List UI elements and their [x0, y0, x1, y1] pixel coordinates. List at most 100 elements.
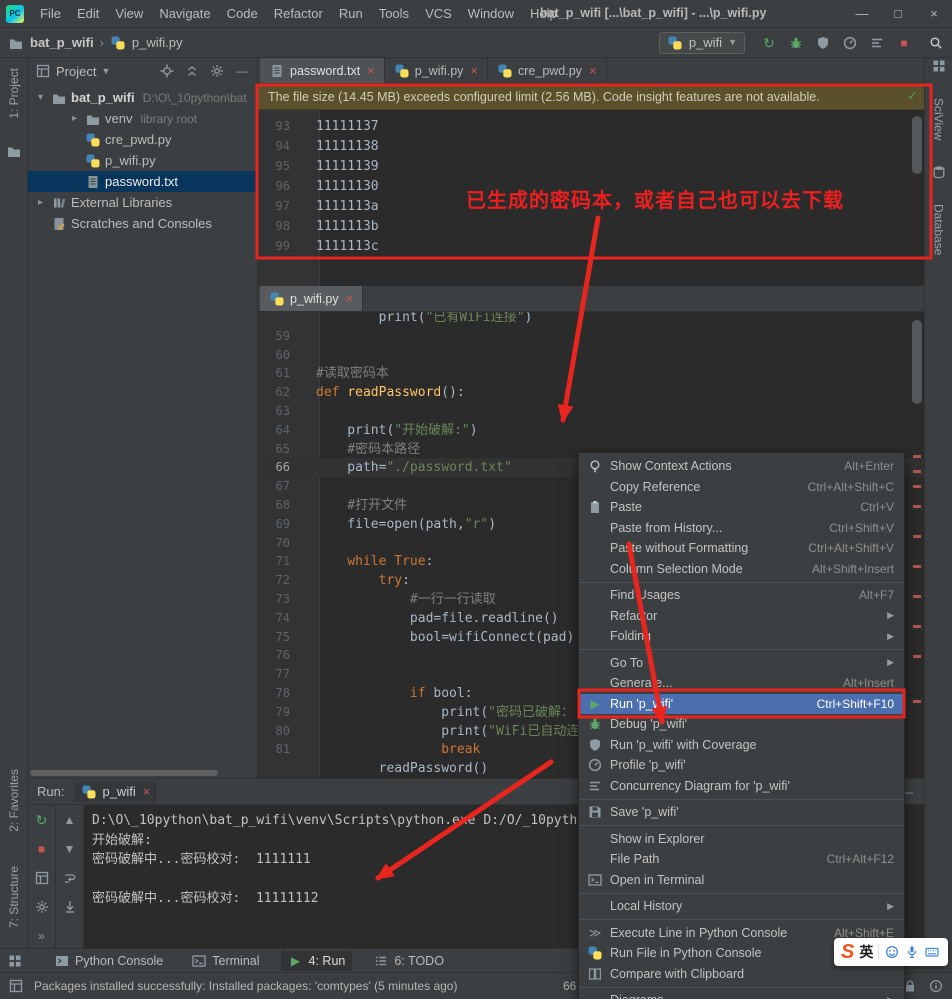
- toolwindow-6-todo[interactable]: 6: TODO: [366, 951, 451, 971]
- menu-run[interactable]: Run: [331, 3, 371, 24]
- editor-line[interactable]: 63: [258, 402, 924, 421]
- ime-language-indicator[interactable]: 英: [859, 942, 873, 962]
- scrollbar-thumb[interactable]: [912, 116, 922, 174]
- tree-item-p-wifi-py[interactable]: p_wifi.py: [28, 150, 257, 171]
- menu-window[interactable]: Window: [460, 3, 522, 24]
- menu-item-paste-without-formatting[interactable]: Paste without Formatting Ctrl+Alt+Shift+V: [579, 538, 904, 559]
- tool-button-database[interactable]: Database: [932, 204, 946, 255]
- toolwindow-python-console[interactable]: Python Console: [47, 951, 170, 971]
- rerun-icon[interactable]: ↻: [761, 35, 777, 51]
- tab-cre-pwd-py[interactable]: cre_pwd.py ×: [488, 58, 607, 83]
- chevron-down-icon[interactable]: ▼: [101, 66, 110, 76]
- menu-edit[interactable]: Edit: [69, 3, 107, 24]
- tab-p-wifi-py[interactable]: p_wifi.py ×: [260, 286, 364, 311]
- menu-item-refactor[interactable]: Refactor ▶: [579, 606, 904, 627]
- tool-button-project[interactable]: 1: Project: [7, 68, 21, 119]
- tree-toggle-icon[interactable]: ▸: [34, 197, 47, 208]
- inspection-ok-icon[interactable]: ✓: [907, 88, 918, 104]
- menu-item-show-context-actions[interactable]: Show Context Actions Alt+Enter: [579, 456, 904, 477]
- run-configuration-select[interactable]: p_wifi ▼: [658, 31, 745, 54]
- rerun-icon[interactable]: ↻: [34, 812, 50, 828]
- minimize-button[interactable]: —: [844, 0, 880, 27]
- tool-button-favorites[interactable]: 2: Favorites: [7, 769, 21, 832]
- menu-item-debug-p-wifi[interactable]: Debug 'p_wifi': [579, 714, 904, 735]
- menu-item-profile-p-wifi[interactable]: Profile 'p_wifi': [579, 755, 904, 776]
- ime-mic-icon[interactable]: [904, 944, 920, 960]
- menu-item-save-p-wifi[interactable]: Save 'p_wifi': [579, 802, 904, 823]
- menu-item-folding[interactable]: Folding ▶: [579, 626, 904, 647]
- more-icon[interactable]: »: [34, 928, 50, 944]
- coverage-icon[interactable]: [815, 35, 831, 51]
- editor-line[interactable]: 60: [258, 346, 924, 365]
- scrollend-icon[interactable]: [62, 899, 78, 915]
- menu-item-diagrams[interactable]: Diagrams ▶: [579, 990, 904, 999]
- editor-line[interactable]: 64 print("开始破解:"): [258, 421, 924, 440]
- ime-smiley-icon[interactable]: [884, 944, 900, 960]
- menu-vcs[interactable]: VCS: [417, 3, 460, 24]
- tree-item-venv[interactable]: ▸ venv library root: [28, 108, 257, 129]
- ime-keyboard-icon[interactable]: [924, 944, 940, 960]
- menu-navigate[interactable]: Navigate: [151, 3, 218, 24]
- tree-item-cre-pwd-py[interactable]: cre_pwd.py: [28, 129, 257, 150]
- menu-item-copy-reference[interactable]: Copy Reference Ctrl+Alt+Shift+C: [579, 477, 904, 498]
- locate-icon[interactable]: [159, 63, 175, 79]
- stop-icon[interactable]: ■: [896, 35, 912, 51]
- close-icon[interactable]: ×: [143, 784, 151, 799]
- menu-item-go-to[interactable]: Go To ▶: [579, 653, 904, 674]
- editor-line[interactable]: 94 11111138: [258, 136, 924, 156]
- project-pane-title[interactable]: Project: [56, 64, 96, 79]
- tool-button-structure[interactable]: 7: Structure: [7, 866, 21, 928]
- favorites-folder-icon[interactable]: [6, 143, 22, 159]
- close-tab-icon[interactable]: ×: [470, 63, 478, 78]
- tree-item-password-txt[interactable]: password.txt: [28, 171, 257, 192]
- menu-file[interactable]: File: [32, 3, 69, 24]
- editor-line[interactable]: 93 11111137: [258, 116, 924, 136]
- toolwindow-4-run[interactable]: ▶ 4: Run: [280, 950, 353, 971]
- run-tab-p-wifi[interactable]: p_wifi ×: [74, 781, 158, 802]
- tab-p-wifi-py[interactable]: p_wifi.py ×: [385, 58, 488, 83]
- gear-icon[interactable]: [34, 899, 50, 915]
- gear-icon[interactable]: [209, 63, 225, 79]
- menu-item-paste[interactable]: Paste Ctrl+V: [579, 497, 904, 518]
- editor-line[interactable]: 59: [258, 327, 924, 346]
- tree-item-external-libraries[interactable]: ▸ External Libraries: [28, 192, 257, 213]
- concurrency-icon[interactable]: [869, 35, 885, 51]
- editor-line[interactable]: 61 #读取密码本: [258, 364, 924, 383]
- menu-item-file-path[interactable]: File Path Ctrl+Alt+F12: [579, 849, 904, 870]
- softwrap-icon[interactable]: [62, 870, 78, 886]
- toolwindow-terminal[interactable]: Terminal: [184, 951, 266, 971]
- menu-refactor[interactable]: Refactor: [266, 3, 331, 24]
- menu-item-compare-with-clipboard[interactable]: Compare with Clipboard: [579, 964, 904, 985]
- close-tab-icon[interactable]: ×: [589, 63, 597, 78]
- layout-icon[interactable]: [34, 870, 50, 886]
- tool-windows-grid-icon[interactable]: [931, 58, 947, 74]
- stop-icon[interactable]: ■: [34, 841, 50, 857]
- editor-line[interactable]: 99 1111113c: [258, 236, 924, 256]
- search-everywhere-icon[interactable]: [928, 35, 944, 51]
- tree-toggle-icon[interactable]: ▾: [34, 92, 47, 103]
- menu-item-paste-from-history[interactable]: Paste from History... Ctrl+Shift+V: [579, 518, 904, 539]
- editor-line[interactable]: print("已有WiFi连接"): [258, 312, 924, 327]
- collapse-icon[interactable]: [184, 63, 200, 79]
- tab-password-txt[interactable]: password.txt ×: [260, 58, 385, 83]
- close-tab-icon[interactable]: ×: [346, 291, 354, 306]
- menu-item-run-p-wifi-with-coverage[interactable]: Run 'p_wifi' with Coverage: [579, 735, 904, 756]
- editor-line[interactable]: 98 1111113b: [258, 216, 924, 236]
- tool-window-switcher-icon[interactable]: [7, 953, 23, 969]
- horizontal-scrollbar[interactable]: [30, 770, 218, 776]
- status-panel-icon[interactable]: [8, 978, 24, 994]
- breadcrumb-project[interactable]: bat_p_wifi: [30, 35, 94, 50]
- close-tab-icon[interactable]: ×: [367, 63, 375, 78]
- menu-item-find-usages[interactable]: Find Usages Alt+F7: [579, 585, 904, 606]
- menu-item-concurrency-diagram-for-p-wifi[interactable]: Concurrency Diagram for 'p_wifi': [579, 776, 904, 797]
- tree-toggle-icon[interactable]: ▸: [68, 113, 81, 124]
- caret-position[interactable]: 66: [563, 979, 576, 993]
- menu-item-local-history[interactable]: Local History ▶: [579, 896, 904, 917]
- up-icon[interactable]: ▲: [62, 812, 78, 828]
- profile-icon[interactable]: [842, 35, 858, 51]
- tree-item-scratches-and-consoles[interactable]: Scratches and Consoles: [28, 213, 257, 234]
- down-icon[interactable]: ▼: [62, 841, 78, 857]
- editor-line[interactable]: 95 11111139: [258, 156, 924, 176]
- editor-line[interactable]: 97 1111113a: [258, 196, 924, 216]
- breadcrumb-file[interactable]: p_wifi.py: [132, 35, 183, 50]
